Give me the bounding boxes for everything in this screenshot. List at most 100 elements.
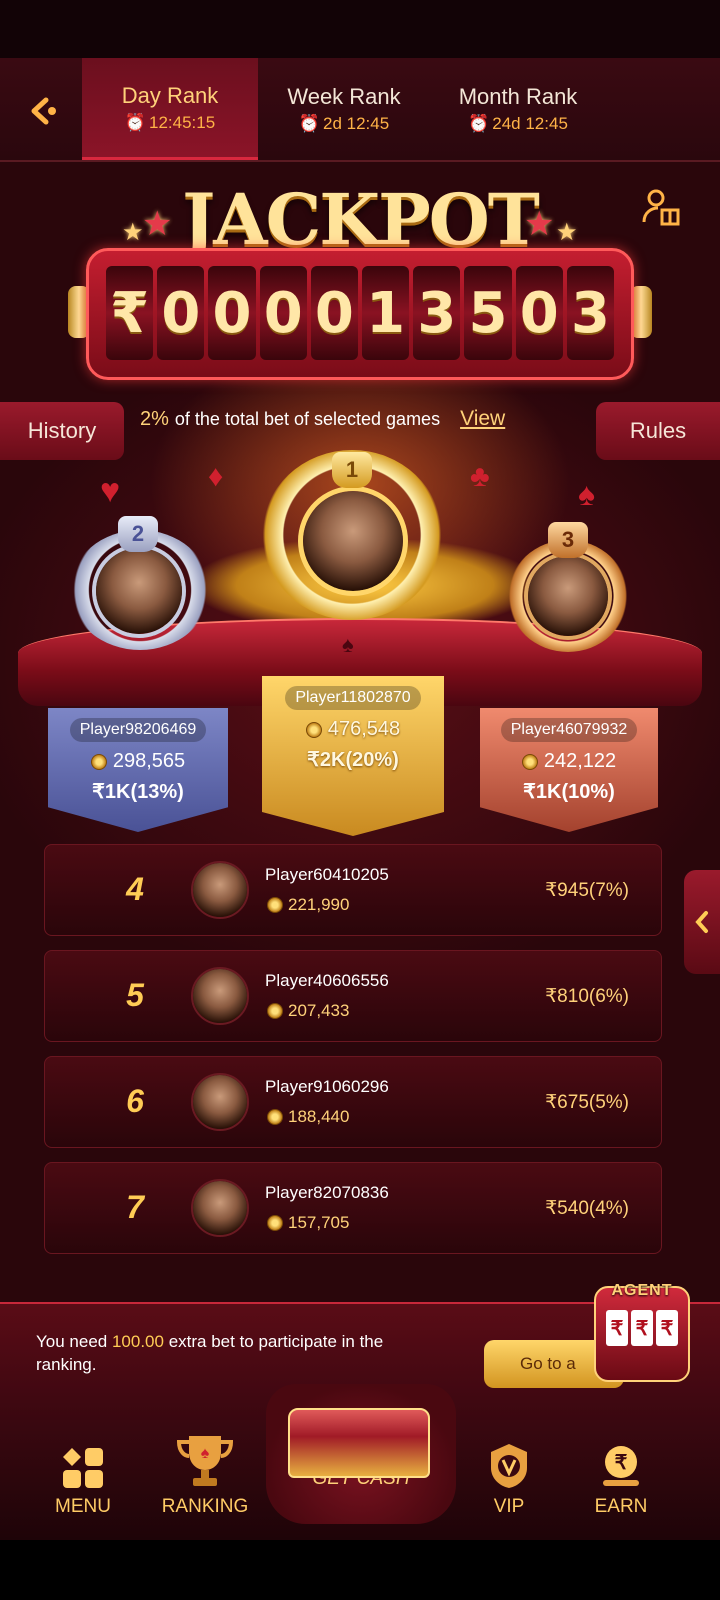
avatar	[191, 1073, 249, 1131]
score-value: 188,440	[288, 1107, 350, 1126]
avatar	[191, 861, 249, 919]
rupee-reel: ₹	[656, 1310, 678, 1346]
back-arrow-icon	[31, 97, 56, 125]
participate-message: You need 100.00 extra bet to participate…	[36, 1330, 436, 1376]
nav-ranking[interactable]: ♠ RANKING	[150, 1420, 260, 1540]
heart-suit-icon: ♥	[100, 472, 121, 510]
tab-day-rank[interactable]: Day Rank ⏰ 12:45:15	[82, 58, 258, 160]
top3-card-rank-2[interactable]: Player98206469 298,565 ₹1K(13%)	[48, 708, 228, 832]
avatar-image	[193, 969, 247, 1023]
alarm-clock-icon: ⏰	[468, 114, 490, 133]
rank-number: 5	[126, 977, 144, 1013]
jackpot-digit: 1	[362, 266, 410, 360]
player-score: 476,548	[305, 718, 401, 741]
player-score: 207,433	[267, 1001, 349, 1021]
player-prize: ₹540(4%)	[545, 1198, 629, 1219]
participate-amount: 100.00	[111, 1332, 164, 1351]
status-bar	[0, 0, 720, 58]
tab-month-rank[interactable]: Month Rank ⏰ 24d 12:45	[430, 58, 606, 160]
avatar-image	[96, 548, 182, 634]
player-score: 157,705	[267, 1213, 349, 1233]
side-drawer-tab[interactable]	[684, 870, 720, 974]
player-name: Player60410205	[265, 865, 389, 884]
jackpot-digit: 0	[515, 266, 563, 360]
tab-timer: ⏰ 2d 12:45	[299, 114, 389, 134]
jackpot-percent: 2%	[140, 407, 169, 430]
jackpot-title: JACKPOT	[182, 178, 540, 261]
score-value: 298,565	[112, 750, 186, 772]
jackpot-digit: 3	[566, 266, 615, 360]
rules-button[interactable]: Rules	[596, 402, 720, 460]
coin-icon	[521, 753, 538, 770]
player-name: Player91060296	[265, 1077, 389, 1096]
coin-icon	[267, 897, 283, 913]
view-link[interactable]: View	[460, 407, 505, 431]
system-navigation-bar	[0, 1540, 720, 1600]
vip-shield-icon	[491, 1444, 527, 1488]
coin-icon	[267, 1003, 283, 1019]
jackpot-digit: 0	[310, 266, 359, 360]
ranking-row[interactable]: 7 Player82070836 157,705 ₹540(4%)	[44, 1162, 662, 1254]
player-prize: ₹2K(20%)	[307, 749, 399, 771]
nav-vip[interactable]: VIP	[454, 1420, 564, 1540]
nav-menu[interactable]: MENU	[28, 1420, 138, 1540]
participate-text-before: You need	[36, 1332, 108, 1351]
chevron-left-icon	[695, 911, 708, 933]
score-value: 242,122	[543, 750, 617, 772]
rank-tabs-header: Day Rank ⏰ 12:45:15 Week Rank ⏰ 2d 12:45 M…	[0, 58, 720, 162]
jackpot-digit: 0	[208, 266, 256, 360]
rank-number: 7	[126, 1189, 144, 1225]
avatar-rank-2[interactable]	[92, 544, 186, 638]
jackpot-currency: ₹	[106, 266, 154, 360]
timer-value: 12:45:15	[148, 112, 216, 132]
user-gift-svg	[642, 189, 680, 226]
tab-week-rank[interactable]: Week Rank ⏰ 2d 12:45	[256, 58, 432, 160]
nav-earn[interactable]: ₹ EARN	[566, 1420, 676, 1540]
tab-timer: ⏰ 12:45:15	[125, 113, 215, 133]
nav-label: RANKING	[161, 1496, 249, 1517]
avatar-image	[193, 1075, 247, 1129]
player-name: Player40606556	[265, 971, 389, 990]
ranking-row[interactable]: 5 Player40606556 207,433 ₹810(6%)	[44, 950, 662, 1042]
club-suit-icon: ♣	[470, 460, 490, 493]
history-button[interactable]: History	[0, 402, 124, 460]
avatar	[191, 967, 249, 1025]
tab-timer: ⏰ 24d 12:45	[468, 114, 568, 134]
tab-title: Week Rank	[287, 84, 401, 109]
top3-card-rank-3[interactable]: Player46079932 242,122 ₹1K(10%)	[480, 708, 658, 832]
player-prize: ₹1K(10%)	[523, 781, 615, 803]
player-prize: ₹675(5%)	[545, 1092, 629, 1113]
ranking-row[interactable]: 4 Player60410205 221,990 ₹945(7%)	[44, 844, 662, 936]
avatar-image	[193, 863, 247, 917]
trophy-icon: ♠	[176, 1436, 234, 1486]
coin-icon	[305, 721, 322, 738]
avatar-image	[193, 1181, 247, 1235]
avatar-image	[528, 556, 608, 636]
user-gift-icon[interactable]	[640, 186, 684, 230]
menu-grid-icon	[63, 1448, 103, 1488]
nav-label: EARN	[594, 1496, 648, 1517]
crown-rank-3: 3	[548, 522, 588, 558]
timer-value: 2d 12:45	[322, 114, 390, 133]
avatar-rank-3[interactable]	[524, 552, 612, 640]
alarm-clock-icon: ⏰	[298, 114, 320, 133]
top3-card-rank-1[interactable]: Player11802870 476,548 ₹2K(20%)	[262, 676, 444, 836]
jackpot-digit: 3	[413, 266, 461, 360]
ranking-row[interactable]: 6 Player91060296 188,440 ₹675(5%)	[44, 1056, 662, 1148]
score-value: 476,548	[327, 718, 401, 740]
tab-title: Month Rank	[458, 84, 578, 109]
coin-icon	[267, 1215, 283, 1231]
crown-rank-1: 1	[332, 452, 372, 488]
player-prize: ₹1K(13%)	[92, 781, 184, 803]
agent-reels: ₹ ₹ ₹	[606, 1310, 678, 1346]
player-name: Player11802870	[285, 686, 421, 710]
back-button[interactable]	[18, 86, 68, 136]
jackpot-digit: 5	[464, 266, 512, 360]
treasure-chest-icon	[288, 1408, 430, 1478]
diamond-suit-icon: ♦	[208, 460, 224, 493]
score-value: 221,990	[288, 895, 350, 914]
agent-button[interactable]: AGENT ₹ ₹ ₹	[594, 1282, 690, 1382]
player-name: Player98206469	[69, 718, 207, 742]
agent-label: AGENT	[611, 1282, 673, 1299]
avatar-rank-1[interactable]	[298, 486, 408, 596]
